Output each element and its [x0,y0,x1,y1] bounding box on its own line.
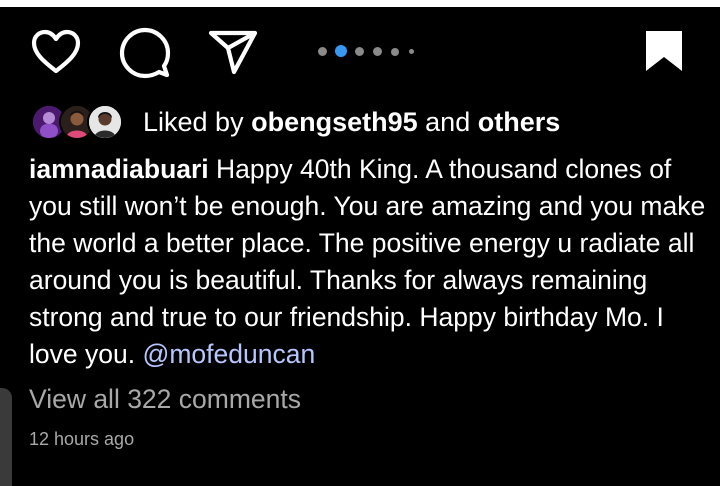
paper-plane-icon[interactable] [208,29,258,75]
liked-by-joiner: and [425,107,471,137]
carousel-dot [373,47,382,56]
liked-by-row[interactable]: Liked by obengseth95 and others [31,100,691,144]
carousel-dot [318,47,327,56]
caption-text: Happy 40th King. A thousand clones of yo… [29,154,706,369]
liked-by-username[interactable]: obengseth95 [251,107,418,137]
carousel-dot-active [335,45,347,57]
carousel-dot [391,47,399,56]
carousel-dot [409,49,414,54]
bookmark-filled-icon[interactable] [643,29,685,73]
caption-username[interactable]: iamnadiabuari [29,154,209,184]
caption-mention[interactable]: @mofeduncan [142,339,315,369]
avatar [87,104,123,140]
heart-outline-icon[interactable] [31,29,81,75]
liked-by-text: Liked by obengseth95 and others [143,105,560,139]
liked-by-prefix: Liked by [143,107,244,137]
carousel-indicator [318,43,428,59]
liker-avatars[interactable] [31,104,127,140]
post-caption: iamnadiabuari Happy 40th King. A thousan… [29,151,709,373]
post-timestamp: 12 hours ago [29,429,135,449]
status-strip [0,0,720,7]
view-all-comments-link[interactable]: View all 322 comments [29,382,301,416]
comment-bubble-icon[interactable] [119,27,171,79]
carousel-dot [355,47,364,56]
edge-handle[interactable] [0,388,12,486]
liked-by-others-link[interactable]: others [478,107,561,137]
post-action-bar [0,7,720,95]
